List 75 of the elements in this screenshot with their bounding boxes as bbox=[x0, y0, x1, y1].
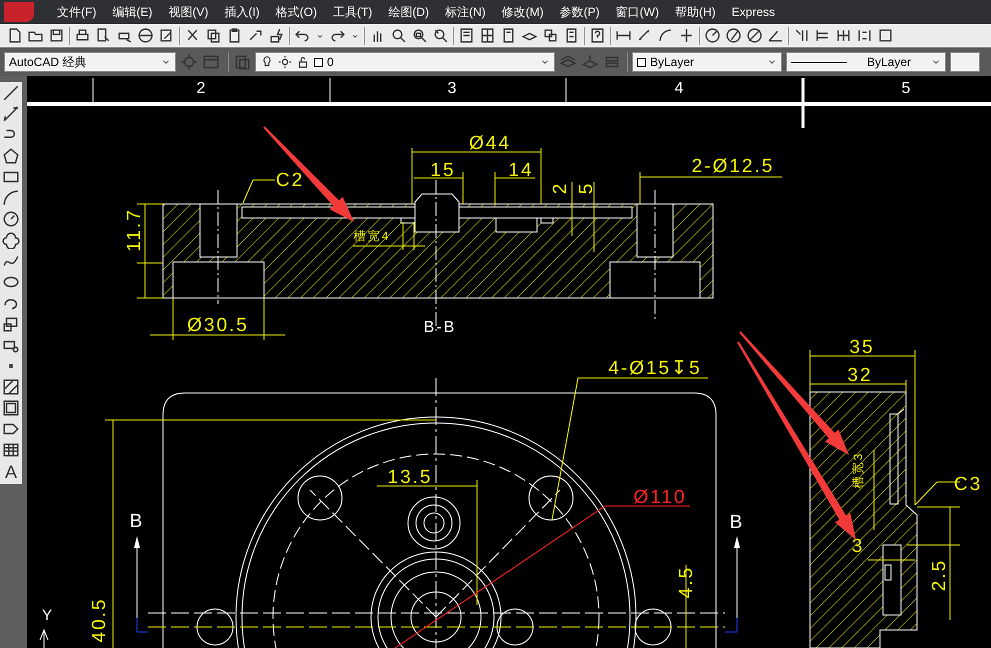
view-label: B bbox=[130, 511, 144, 532]
dimension-label: 32 bbox=[847, 365, 873, 386]
menu-item[interactable]: 参数(P) bbox=[552, 1, 607, 23]
layer-dropdown[interactable]: 0 bbox=[255, 52, 555, 72]
grid-panel-icon[interactable] bbox=[479, 27, 496, 44]
ucs-axis-icon bbox=[40, 628, 48, 648]
ruler-label: 4 bbox=[674, 80, 686, 97]
properties-icon[interactable] bbox=[458, 27, 475, 44]
magnifier-arrow-icon[interactable] bbox=[432, 27, 449, 44]
view-label: B bbox=[730, 512, 744, 533]
arc-icon[interactable] bbox=[2, 189, 20, 207]
menu-item[interactable]: 工具(T) bbox=[326, 1, 380, 23]
color-swatch-icon bbox=[314, 58, 323, 66]
space-icon[interactable] bbox=[856, 27, 873, 44]
color-swatch-icon bbox=[637, 58, 646, 66]
baseline-icon[interactable] bbox=[814, 27, 831, 44]
menu-item[interactable]: 视图(V) bbox=[161, 1, 216, 23]
view-label: Y bbox=[42, 607, 54, 624]
copy-icon[interactable] bbox=[205, 27, 222, 44]
menu-item[interactable]: 窗口(W) bbox=[608, 1, 666, 23]
menu-item[interactable]: 修改(M) bbox=[494, 1, 551, 23]
dimension-label: 2-Ø12.5 bbox=[692, 156, 774, 177]
color-dropdown[interactable]: ByLayer bbox=[632, 52, 782, 72]
tool-stack-icon[interactable] bbox=[542, 27, 559, 44]
dimension-label: 14 bbox=[508, 160, 534, 181]
dimension-label: 15 bbox=[430, 160, 456, 181]
sun-icon[interactable] bbox=[278, 55, 292, 69]
linetype-dropdown[interactable]: ByLayer bbox=[786, 52, 946, 72]
dimension-label: C3 bbox=[954, 474, 982, 495]
line-icon[interactable] bbox=[2, 84, 20, 102]
menu-item[interactable]: 插入(I) bbox=[217, 1, 267, 23]
dimension-label: 13.5 bbox=[388, 467, 432, 488]
menu-item[interactable]: 编辑(E) bbox=[105, 1, 160, 23]
menu-item[interactable]: 格式(O) bbox=[268, 1, 324, 23]
magnifier-icon[interactable] bbox=[390, 27, 407, 44]
continue-icon[interactable] bbox=[835, 27, 852, 44]
dimension-label: 11.7 bbox=[124, 208, 145, 252]
radius-icon[interactable] bbox=[704, 27, 721, 44]
ruler-label: 3 bbox=[448, 80, 458, 97]
workspace-dropdown[interactable]: AutoCAD 经典 bbox=[4, 52, 176, 72]
dimension-label: Ø110 bbox=[633, 487, 687, 508]
padlock-icon[interactable] bbox=[296, 55, 310, 69]
dimension-label: 2.5 bbox=[929, 558, 950, 592]
magnifier-window-icon[interactable] bbox=[411, 27, 428, 44]
gradient-icon[interactable] bbox=[2, 399, 20, 417]
page-magnifier-icon[interactable] bbox=[95, 27, 112, 44]
question-mark-box-icon[interactable] bbox=[589, 27, 606, 44]
dimension-label: 槽宽3 bbox=[851, 452, 865, 488]
dimension-label: 40.5 bbox=[89, 598, 110, 642]
hatch-icon[interactable] bbox=[2, 378, 20, 396]
menu-item[interactable]: 文件(F) bbox=[50, 1, 104, 23]
table-icon[interactable] bbox=[2, 441, 20, 459]
menu-item[interactable]: 绘图(D) bbox=[381, 1, 436, 23]
ruler-label: 5 bbox=[902, 80, 912, 97]
double-arrow-line-icon[interactable] bbox=[2, 105, 20, 123]
ruler-label: 2 bbox=[196, 80, 208, 97]
lineweight-dropdown[interactable] bbox=[950, 52, 980, 72]
text-tool-button[interactable]: A bbox=[4, 462, 17, 482]
section-title: B-B bbox=[424, 319, 456, 336]
dimension-label: C2 bbox=[276, 170, 304, 191]
quick-dimension-icon[interactable] bbox=[793, 27, 810, 44]
diameter-icon[interactable] bbox=[746, 27, 763, 44]
dimension-label: 2 bbox=[550, 182, 571, 194]
cloud-icon[interactable] bbox=[2, 231, 20, 249]
pentagon-icon[interactable] bbox=[2, 147, 20, 165]
dimension-label: Ø30.5 bbox=[187, 315, 249, 336]
menu-item[interactable]: Express bbox=[724, 1, 782, 23]
insert-block-icon[interactable] bbox=[2, 315, 20, 333]
arc-length-icon[interactable] bbox=[657, 27, 674, 44]
menu-item[interactable]: 帮助(H) bbox=[668, 1, 723, 23]
dimension-label: 35 bbox=[849, 337, 875, 358]
menu-item[interactable]: 标注(N) bbox=[438, 1, 493, 23]
dimension-label: Ø44 bbox=[469, 133, 511, 154]
dimension-label: 5 bbox=[576, 182, 597, 194]
dimension-label: 4-Ø15↧5 bbox=[608, 358, 702, 379]
